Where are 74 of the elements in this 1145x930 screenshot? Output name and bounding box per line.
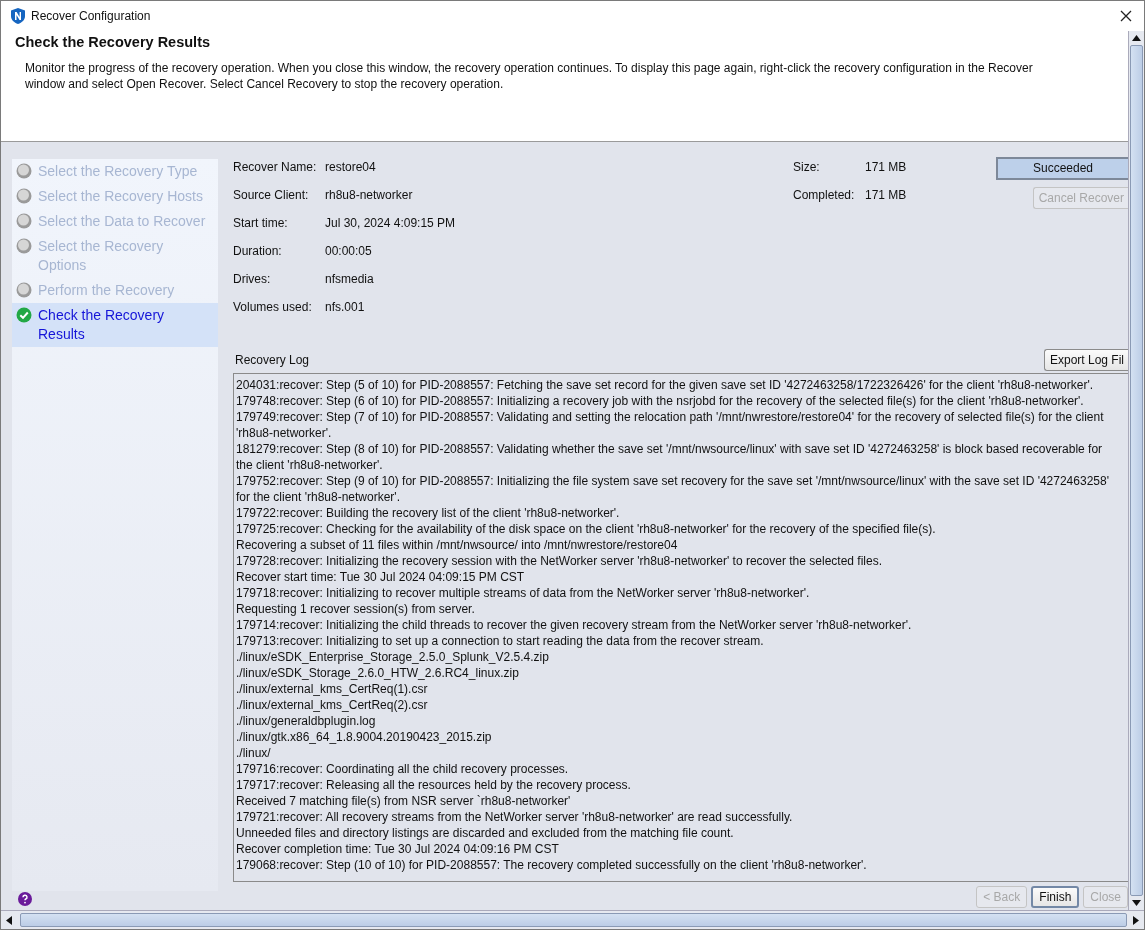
scroll-thumb[interactable] [1130,45,1143,896]
log-line: 179725:recover: Checking for the availability of the disk space on the client 'rh8u8-networker' for the recovery of the specified file(s). [236,521,937,537]
circle-icon [16,282,32,298]
field-label: Recover Name: [233,159,318,175]
circle-icon [16,213,32,229]
wizard-step[interactable]: Select the Recovery Type [38,162,198,181]
log-line: Recover start time: Tue 30 Jul 2024 04:09:15 PM CST [236,569,526,585]
log-line: 179748:recover: Step (6 of 10) for PID-2088557: Initializing a recovery job with the nsrjobd for the recovery of the selected file(s) for the client 'rh8u8-networker'. [236,393,1085,409]
help-icon[interactable] [18,892,32,906]
wizard-step[interactable]: Select the Data to Recover [38,212,206,231]
horizontal-scrollbar[interactable] [1,910,1144,929]
log-line: 181279:recover: Step (8 of 10) for PID-2088557: Validating whether the save set '/mnt/nwsource/linux' with save set ID '4272463258' is block based recoverable for the client 'rh8u8-networker'. [236,441,1104,473]
field-value: nfsmedia [325,271,375,287]
wizard-step[interactable]: Select the Recovery Options [38,237,214,275]
log-line: 179714:recover: Initializing the child threads to recover the given recovery stream from the NetWorker server 'rh8u8-networker'. [236,617,913,633]
field-value: Jul 30, 2024 4:09:15 PM [325,215,457,231]
log-line: ./linux/generaldbplugin.log [236,713,377,729]
log-line: 179717:recover: Releasing all the resources held by the recovery process. [236,777,632,793]
status-field: Succeeded [996,157,1128,180]
log-line: 179721:recover: All recovery streams from the NetWorker server 'rh8u8-networker' are read successfully. [236,809,794,825]
log-line: 179752:recover: Step (9 of 10) for PID-2088557: Initializing the file system save set recovery for the save set '/mnt/nwsource/linux' with the save set ID '4272463258' for the client 'rh8u8-networker'. [236,473,1110,505]
vertical-scrollbar[interactable] [1128,31,1144,910]
circle-icon [16,238,32,254]
field-value: 171 MB [865,159,908,175]
wizard-step[interactable]: Perform the Recovery [38,281,175,300]
log-line: 179728:recover: Initializing the recovery session with the NetWorker server 'rh8u8-networker' to recover the selected files. [236,553,883,569]
scroll-left-icon[interactable] [6,915,12,925]
finish-button[interactable]: Finish [1031,886,1080,908]
log-line: 179716:recover: Coordinating all the child recovery processes. [236,761,570,777]
log-line: ./linux/eSDK_Enterprise_Storage_2.5.0_Splunk_V2.5.4.zip [236,649,550,665]
scroll-down-icon[interactable] [1132,900,1141,906]
log-line: Received 7 matching file(s) from NSR server `rh8u8-networker' [236,793,572,809]
field-label: Duration: [233,243,283,259]
field-label: Completed: [793,187,856,203]
field-value: nfs.001 [325,299,366,315]
log-line: 179713:recover: Initializing to set up a connection to start reading the data from the recover stream. [236,633,765,649]
field-label: Start time: [233,215,289,231]
scroll-up-icon[interactable] [1132,35,1141,41]
log-line: Requesting 1 recover session(s) from server. [236,601,476,617]
log-line: Recover completion time: Tue 30 Jul 2024 04:09:16 PM CST [236,841,560,857]
wizard-step[interactable]: Check the Recovery Results [12,303,218,347]
log-title: Recovery Log [235,353,310,367]
log-line: ./linux/external_kms_CertReq(2).csr [236,697,429,713]
close-icon[interactable] [1120,10,1132,22]
log-line: 179068:recover: Step (10 of 10) for PID-2088557: The recovery completed successfully on the client 'rh8u8-networker'. [236,857,868,873]
log-line: 179749:recover: Step (7 of 10) for PID-2088557: Validating and setting the relocation path '/mnt/nwrestore/restore04' for the recovery of selected file(s) for the client 'rh8u8-networker'. [236,409,1105,441]
field-label: Drives: [233,271,272,287]
log-line: Recovering a subset of 11 files within /mnt/nwsource/ into /mnt/nwrestore/restore04 [236,537,679,553]
log-line: ./linux/eSDK_Storage_2.6.0_HTW_2.6.RC4_linux.zip [236,665,520,681]
wizard-step[interactable]: Select the Recovery Hosts [38,187,203,206]
field-value: restore04 [325,159,377,175]
circle-icon [16,163,32,179]
field-value: 00:00:05 [325,243,373,259]
field-label: Volumes used: [233,299,313,315]
check-circle-icon [16,307,32,323]
page-description: Monitor the progress of the recovery operation. When you close this window, the recovery operation continues. To display this page again, right-click the recovery configuration in the Recover window and select Open Recover. Select Cancel Recovery to stop the recovery operation. [25,60,1034,92]
field-value: rh8u8-networker [325,187,414,203]
log-line: 204031:recover: Step (5 of 10) for PID-2088557: Fetching the save set record for the given save set ID '4272463258/1722326426' for the client 'rh8u8-networker'. [236,377,1095,393]
log-line: ./linux/gtk.x86_64_1.8.9004.20190423_2015.zip [236,729,493,745]
field-value: 171 MB [865,187,908,203]
page-title: Check the Recovery Results [15,34,212,50]
scroll-thumb[interactable] [20,913,1127,927]
log-line: ./linux/ [236,745,272,761]
circle-icon [16,188,32,204]
shield-logo-icon [11,8,25,24]
field-label: Size: [793,159,821,175]
log-line: 179718:recover: Initializing to recover multiple streams of data from the NetWorker server 'rh8u8-networker'. [236,585,811,601]
log-line: ./linux/external_kms_CertReq(1).csr [236,681,429,697]
scroll-right-icon[interactable] [1133,915,1139,925]
log-line: 179722:recover: Building the recovery list of the client 'rh8u8-networker'. [236,505,621,521]
field-label: Source Client: [233,187,310,203]
export-log-button[interactable]: Export Log Fil [1043,349,1128,371]
log-line: Unneeded files and directory listings are discarded and excluded from the matching file count. [236,825,735,841]
window-title: Recover Configuration [31,9,152,23]
